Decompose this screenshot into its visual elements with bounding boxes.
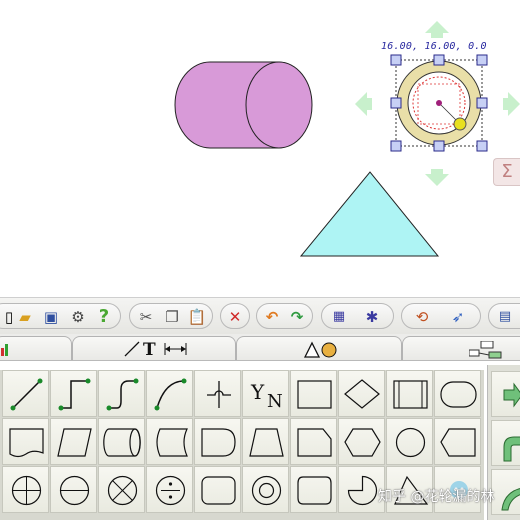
delete-icon[interactable]: ✕: [225, 307, 245, 327]
rounded-rectangle-shape[interactable]: [194, 466, 241, 513]
trapezoid-shape[interactable]: [242, 418, 289, 465]
resize-handle: [390, 54, 402, 66]
straight-connector[interactable]: [2, 370, 49, 417]
stored-data-shape[interactable]: [146, 418, 193, 465]
elbow-connector[interactable]: [50, 370, 97, 417]
resize-handle: [476, 54, 488, 66]
undo-icon[interactable]: ↶: [262, 307, 282, 327]
open-folder-icon[interactable]: ▰: [15, 307, 35, 327]
file-group: ▯ ▰ ▣ ⚙ ?: [0, 303, 121, 329]
parallelogram-shape[interactable]: [50, 418, 97, 465]
move-left-arrow-icon: [355, 92, 372, 116]
circle-shape[interactable]: [386, 418, 433, 465]
resize-handle: [390, 97, 402, 109]
paste-icon[interactable]: 📋: [187, 307, 207, 327]
triangle-circle-icon: [303, 341, 337, 358]
edit-group: ✂ ❐ 📋: [129, 303, 213, 329]
double-circle-shape[interactable]: [242, 466, 289, 513]
decision-connector[interactable]: YN: [242, 370, 289, 417]
curved-arrow-shape[interactable]: [491, 469, 520, 515]
redo-icon[interactable]: ↷: [287, 307, 307, 327]
move-up-arrow-icon: [425, 21, 449, 38]
line-text-dimension-icon: T: [124, 340, 187, 359]
off-page-shape[interactable]: [290, 418, 337, 465]
rotate-handle: [453, 117, 467, 131]
flip-icon[interactable]: ➶: [448, 307, 468, 327]
watermark-text: 知乎 @花轮漏的林: [378, 489, 495, 505]
jump-connector[interactable]: [194, 370, 241, 417]
help-icon[interactable]: ?: [94, 307, 114, 327]
resize-handle: [476, 97, 488, 109]
cylinder-shape[interactable]: [174, 61, 313, 149]
bent-arrow-shape[interactable]: [491, 420, 520, 466]
move-down-arrow-icon: [425, 169, 449, 186]
palette-tabs: T: [0, 334, 520, 361]
curve-connector[interactable]: [146, 370, 193, 417]
predefined-process-shape[interactable]: [386, 370, 433, 417]
terminator-shape[interactable]: [434, 370, 481, 417]
resize-handle: [433, 140, 445, 152]
save-icon[interactable]: ▣: [41, 307, 61, 327]
triangle-shape[interactable]: [299, 171, 440, 257]
network-icon: [469, 341, 502, 359]
grid-icon[interactable]: ▦: [329, 307, 349, 327]
move-right-arrow-icon: [503, 92, 520, 116]
display-shape[interactable]: [434, 418, 481, 465]
arrow-shape[interactable]: [491, 371, 520, 417]
bar-chart-icon: [1, 344, 8, 356]
resize-handle: [476, 140, 488, 152]
minus-circle-shape[interactable]: [50, 466, 97, 513]
tab-shapes[interactable]: [236, 336, 402, 360]
copy-icon[interactable]: ❐: [162, 307, 182, 327]
tab-charts[interactable]: [0, 336, 72, 360]
tab-lines-text[interactable]: T: [72, 336, 236, 360]
divide-circle-shape[interactable]: [146, 466, 193, 513]
delete-group: ✕: [220, 303, 250, 329]
history-group: ↶ ↷: [256, 303, 313, 329]
delay-shape[interactable]: [194, 418, 241, 465]
diamond-shape[interactable]: [338, 370, 385, 417]
resize-handle: [390, 140, 402, 152]
main-toolbar: ▯ ▰ ▣ ⚙ ? ✂ ❐ 📋 ✕ ↶ ↷ ▦ ✱ ⟲ ➶ ▤: [0, 297, 520, 335]
transform-group: ⟲ ➶: [401, 303, 481, 329]
svg-text:N: N: [267, 391, 283, 412]
summing-junction-shape[interactable]: [98, 466, 145, 513]
sigma-icon[interactable]: Σ: [493, 158, 520, 186]
settings-icon[interactable]: ⚙: [68, 307, 88, 327]
rounded-square-shape[interactable]: [290, 466, 337, 513]
document-shape[interactable]: [2, 418, 49, 465]
tab-network[interactable]: [402, 336, 520, 360]
hexagon-shape[interactable]: [338, 418, 385, 465]
snap-icon[interactable]: ✱: [362, 307, 382, 327]
curved-elbow-connector[interactable]: [98, 370, 145, 417]
align-group: ▤: [488, 303, 520, 329]
rectangle-shape[interactable]: [290, 370, 337, 417]
cylinder-palette-shape[interactable]: [98, 418, 145, 465]
or-shape[interactable]: [2, 466, 49, 513]
cut-icon[interactable]: ✂: [136, 307, 156, 327]
rotate-icon[interactable]: ⟲: [412, 307, 432, 327]
drawing-canvas[interactable]: 16.00, 16.00, 0.0 Σ: [0, 0, 520, 296]
align-icon[interactable]: ▤: [495, 307, 515, 327]
grid-group: ▦ ✱: [321, 303, 394, 329]
resize-handle: [433, 54, 445, 66]
svg-text:Y: Y: [250, 380, 265, 404]
coordinate-readout: 16.00, 16.00, 0.0: [381, 41, 487, 52]
svg-text:T: T: [143, 340, 156, 359]
